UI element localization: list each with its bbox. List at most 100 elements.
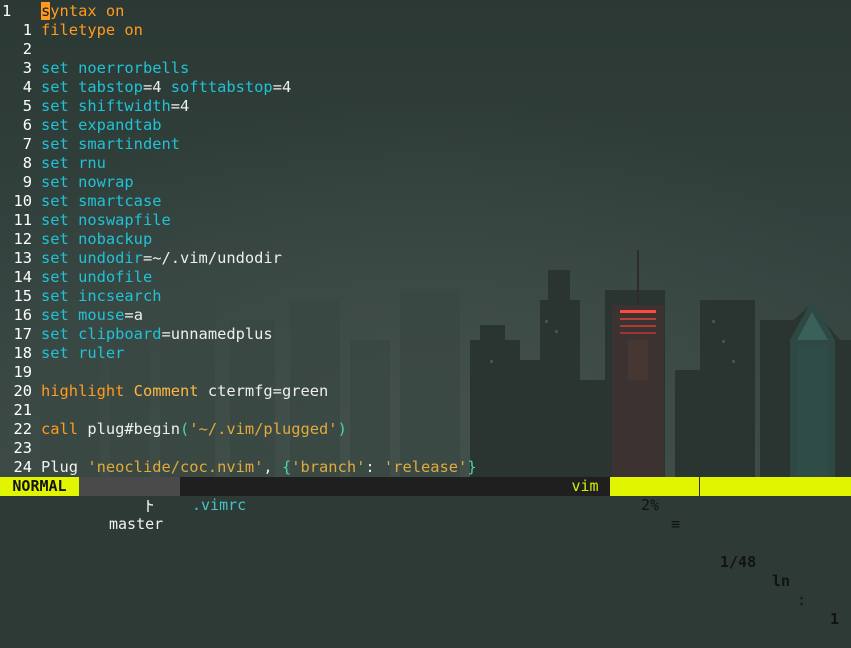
line-label: ln (772, 572, 791, 590)
code-token: =~/.vim/undodir (142, 249, 282, 267)
line-number: 2 (22, 40, 32, 58)
line-text[interactable]: set rnu (41, 154, 106, 173)
code-token: highlight (41, 382, 134, 400)
line-number: 3 (22, 59, 32, 77)
code-line[interactable]: 4 set tabstop=4 softtabstop=4 (0, 78, 851, 97)
line-text[interactable]: set mouse=a (41, 306, 143, 325)
line-text[interactable]: set nowrap (41, 173, 134, 192)
statusline: NORMAL master .vimrc vim 2% ≡ 1/48 ln : … (0, 477, 851, 628)
code-token: set (41, 192, 79, 210)
line-text[interactable]: set smartcase (41, 192, 161, 211)
code-token: shiftwidth (78, 97, 171, 115)
code-token: set (41, 154, 79, 172)
code-line[interactable]: 23 (0, 439, 851, 458)
line-text[interactable]: highlight Comment ctermfg=green (41, 382, 328, 401)
code-token: =4 (142, 78, 171, 96)
code-line[interactable]: 12 set nobackup (0, 230, 851, 249)
line-text[interactable]: set noerrorbells (41, 59, 189, 78)
column-separator: : (797, 591, 807, 609)
code-line[interactable]: 6 set expandtab (0, 116, 851, 135)
code-token: 'release' (383, 458, 468, 476)
code-line[interactable]: 3 set noerrorbells (0, 59, 851, 78)
line-number: 19 (13, 363, 32, 381)
code-token: '~/.vim/plugged' (189, 420, 338, 438)
code-line[interactable]: 15 set incsearch (0, 287, 851, 306)
code-token: } (467, 458, 477, 476)
line-text[interactable]: call plug#begin('~/.vim/plugged') (41, 420, 347, 439)
code-line[interactable]: 2 (0, 40, 851, 59)
code-line[interactable]: 10 set smartcase (0, 192, 851, 211)
line-text[interactable]: set undofile (41, 268, 152, 287)
code-token: set (41, 59, 79, 77)
line-number: 17 (13, 325, 32, 343)
line-text[interactable]: set ruler (41, 344, 124, 363)
code-line[interactable]: 1 syntax on (0, 2, 851, 21)
code-line[interactable]: 14 set undofile (0, 268, 851, 287)
line-number: 22 (13, 420, 32, 438)
code-line[interactable]: 1 filetype on (0, 21, 851, 40)
line-number: 7 (22, 135, 32, 153)
code-token: nobackup (78, 230, 153, 248)
code-line[interactable]: 24 Plug 'neoclide/coc.nvim', {'branch': '… (0, 458, 851, 477)
code-line[interactable]: 20 highlight Comment ctermfg=green (0, 382, 851, 401)
code-line[interactable]: 13 set undodir=~/.vim/undodir (0, 249, 851, 268)
code-token: set (41, 230, 79, 248)
line-number: 10 (13, 192, 32, 210)
code-token: filetype on (41, 21, 143, 39)
code-line[interactable]: 19 (0, 363, 851, 382)
percent-through-file: 2% (641, 496, 660, 514)
code-token: set (41, 306, 79, 324)
code-token: set (41, 97, 79, 115)
line-text[interactable]: Plug 'neoclide/coc.nvim', {'branch': 're… (41, 458, 477, 477)
position-segment: 2% ≡ 1/48 ln : 1 (610, 477, 851, 628)
code-token: set (41, 135, 79, 153)
code-line[interactable]: 16 set mouse=a (0, 306, 851, 325)
code-token: clipboard (78, 325, 162, 343)
code-line[interactable]: 18 set ruler (0, 344, 851, 363)
line-text[interactable]: set undodir=~/.vim/undodir (41, 249, 282, 268)
code-line[interactable]: 17 set clipboard=unnamedplus (0, 325, 851, 344)
line-text[interactable]: set expandtab (41, 116, 161, 135)
code-token: Plug (41, 458, 88, 476)
line-text[interactable]: set smartindent (41, 135, 180, 154)
code-token: yntax on (50, 2, 125, 20)
code-token: ruler (78, 344, 125, 362)
code-line[interactable]: 7 set smartindent (0, 135, 851, 154)
line-number: 6 (22, 116, 32, 134)
filename-segment: .vimrc (180, 477, 560, 514)
code-line[interactable]: 21 (0, 401, 851, 420)
code-token: set (41, 211, 79, 229)
line-text[interactable]: syntax on (41, 2, 124, 21)
code-token: Comment (133, 382, 208, 400)
code-token: noswapfile (78, 211, 171, 229)
code-line[interactable]: 22 call plug#begin('~/.vim/plugged') (0, 420, 851, 439)
git-branch-segment: master (79, 477, 180, 533)
code-token: incsearch (78, 287, 162, 305)
code-token: expandtab (78, 116, 162, 134)
line-number: 4 (22, 78, 32, 96)
line-text[interactable]: filetype on (41, 21, 143, 40)
git-branch-name: master (109, 515, 164, 533)
code-token: , (263, 458, 282, 476)
editor-buffer[interactable]: 1 syntax on 1 filetype on 2 3 set noerrorbells… (0, 2, 851, 477)
code-token: set (41, 325, 79, 343)
column-number: 1 (830, 610, 840, 628)
code-line[interactable]: 5 set shiftwidth=4 (0, 97, 851, 116)
code-line[interactable]: 11 set noswapfile (0, 211, 851, 230)
line-text[interactable]: set tabstop=4 softtabstop=4 (41, 78, 291, 97)
code-token: softtabstop (170, 78, 273, 96)
code-token: 'neoclide/coc.nvim' (87, 458, 264, 476)
line-text[interactable]: set noswapfile (41, 211, 171, 230)
line-text[interactable]: set shiftwidth=4 (41, 97, 189, 116)
line-text[interactable]: set nobackup (41, 230, 152, 249)
code-token: plug#begin (87, 420, 181, 438)
code-line[interactable]: 8 set rnu (0, 154, 851, 173)
line-text[interactable]: set incsearch (41, 287, 161, 306)
text-cursor: s (41, 2, 51, 20)
line-number: 16 (13, 306, 32, 324)
line-text[interactable]: set clipboard=unnamedplus (41, 325, 273, 344)
line-position: 1/48 (720, 553, 757, 571)
code-token: =unnamedplus (161, 325, 273, 343)
code-line[interactable]: 9 set nowrap (0, 173, 851, 192)
code-token: set (41, 344, 79, 362)
